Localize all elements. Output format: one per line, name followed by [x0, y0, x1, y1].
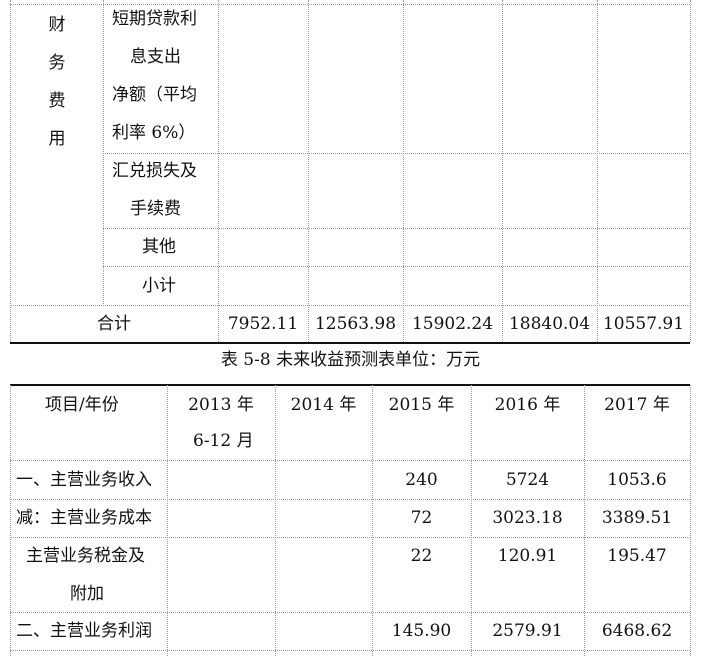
bottom-table: 项目/年份 2013 年 6-12 月 2014 年 2015 年 2016 年… [0, 0, 701, 656]
header-2014: 2014 年 [290, 395, 357, 415]
profit-2015: 145.90 [391, 621, 452, 641]
header-2013-line2: 6-12 月 [193, 431, 254, 451]
header-2017: 2017 年 [604, 395, 670, 415]
tax-2016: 120.91 [497, 546, 558, 566]
header-2013-line1: 2013 年 [188, 395, 254, 415]
cost-2016: 3023.18 [492, 508, 563, 528]
row-label-revenue: 一、主营业务收入 [16, 470, 152, 490]
revenue-2016: 5724 [505, 470, 550, 490]
header-2016: 2016 年 [494, 395, 561, 415]
revenue-2017: 1053.6 [607, 470, 667, 490]
tax-2017: 195.47 [607, 546, 667, 566]
row-label-tax-line2: 附加 [70, 584, 104, 604]
tax-2015: 22 [410, 546, 433, 566]
header-2015: 2015 年 [388, 395, 455, 415]
profit-2017: 6468.62 [601, 621, 673, 641]
revenue-2015: 240 [405, 470, 438, 490]
row-label-cost: 减：主营业务成本 [16, 508, 152, 528]
profit-2016: 2579.91 [492, 621, 563, 641]
row-label-tax-line1: 主营业务税金及 [26, 546, 145, 566]
row-label-profit: 二、主营业务利润 [16, 621, 152, 641]
cost-2017: 3389.51 [601, 508, 673, 528]
header-item: 项目/年份 [45, 395, 119, 415]
cost-2015: 72 [410, 508, 433, 528]
